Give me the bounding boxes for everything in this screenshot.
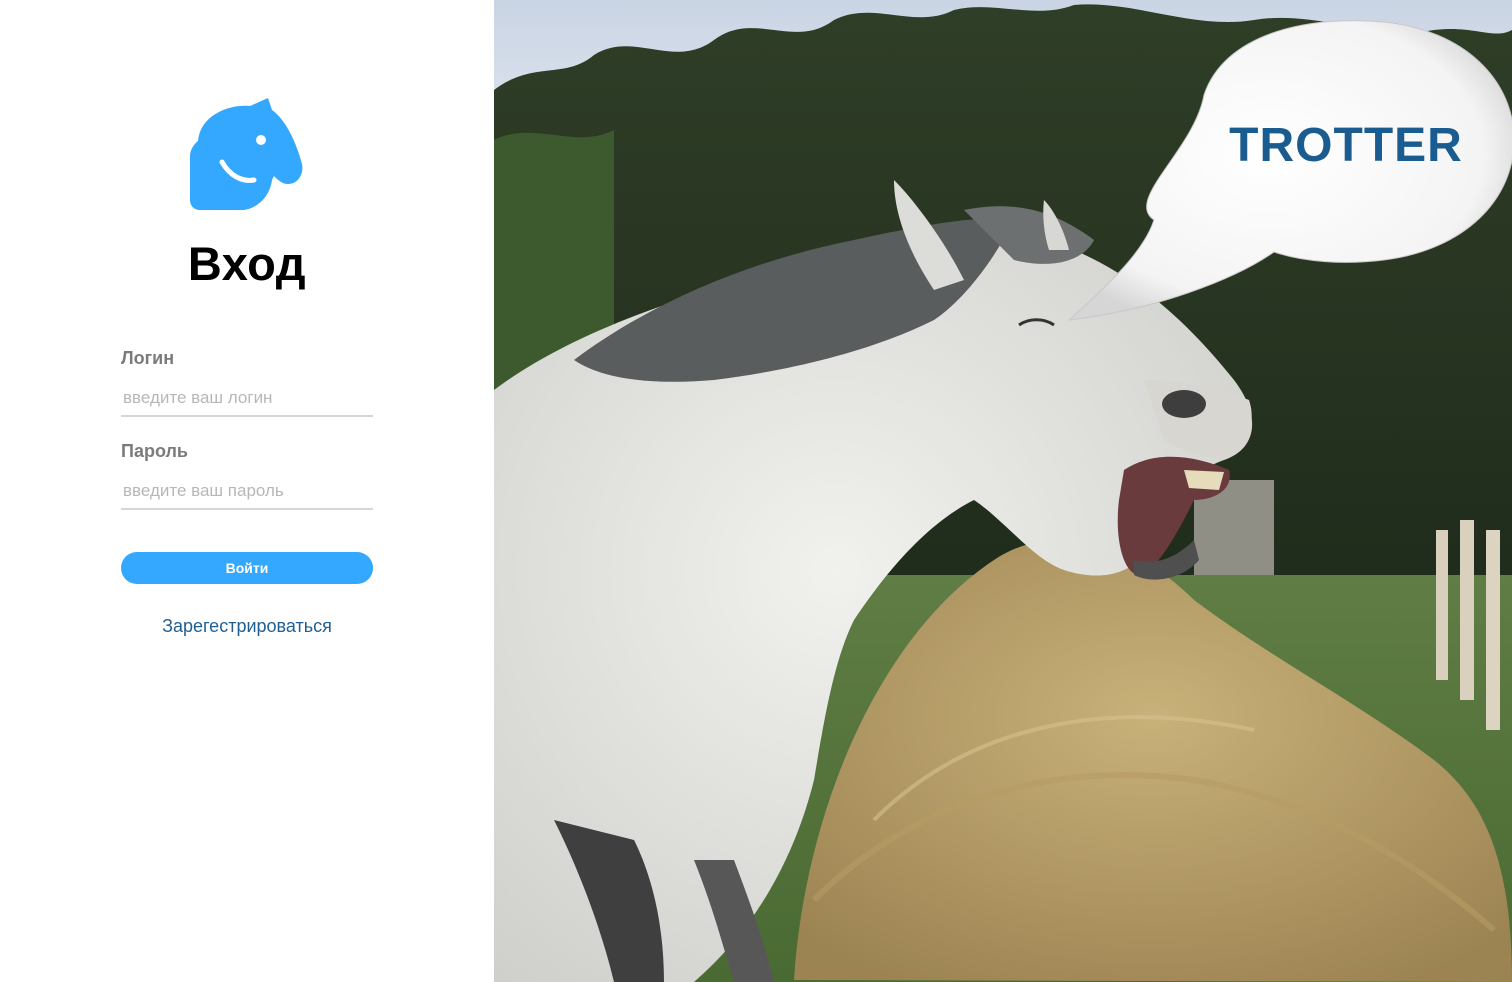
password-label: Пароль — [121, 441, 188, 461]
horse-head-icon — [190, 98, 303, 210]
login-input[interactable] — [121, 381, 373, 417]
speech-bubble-text: TROTTER — [1229, 119, 1463, 172]
login-label: Логин — [121, 348, 175, 368]
password-input[interactable] — [121, 474, 373, 510]
login-button[interactable]: Войти — [121, 552, 373, 584]
login-panel: Вход Логин Пароль Войти Зарегестрировать… — [0, 0, 494, 982]
page-title: Вход — [187, 237, 307, 290]
register-link[interactable]: Зарегестрироваться — [0, 616, 494, 637]
login-page: Вход Логин Пароль Войти Зарегестрировать… — [0, 0, 1512, 982]
